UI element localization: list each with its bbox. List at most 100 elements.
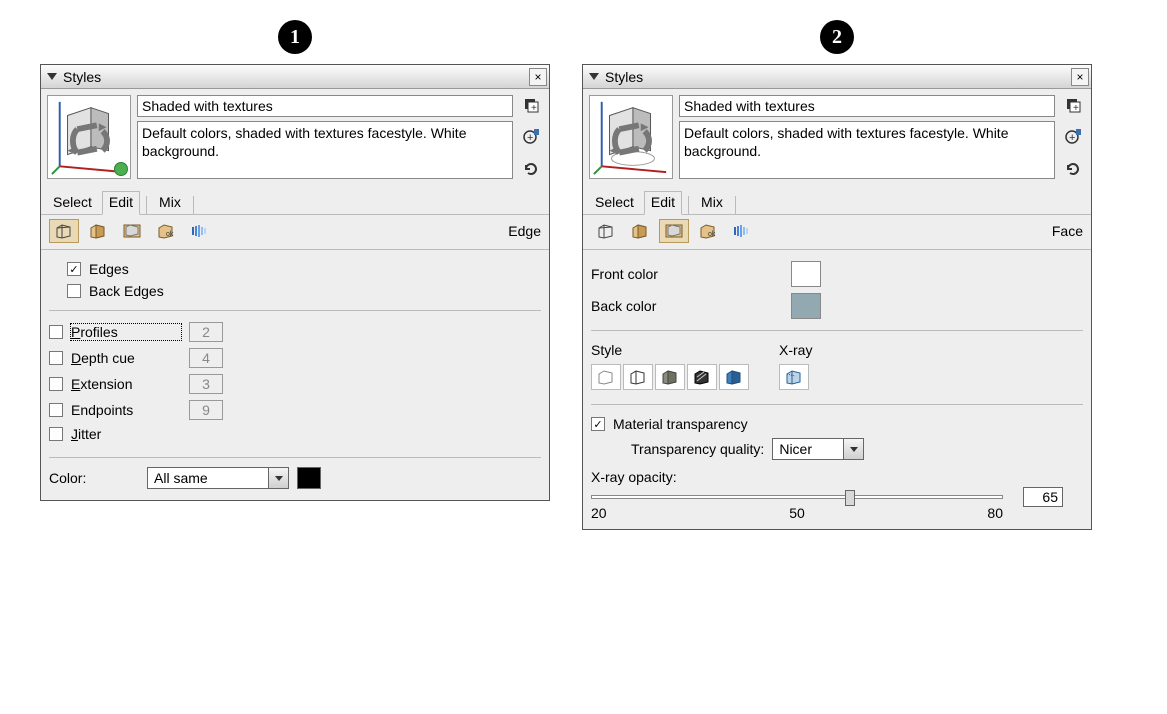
label-endpoints: Endpoints: [71, 402, 181, 418]
tab-bar: Select Edit Mix: [583, 185, 1091, 215]
watermark-settings-button[interactable]: ok: [151, 219, 181, 243]
collapse-caret-icon[interactable]: [47, 73, 57, 80]
edge-settings-button[interactable]: [591, 219, 621, 243]
face-settings-button[interactable]: [83, 219, 113, 243]
refresh-icon: [1064, 160, 1082, 178]
face-settings-button[interactable]: [625, 219, 655, 243]
label-edges: Edges: [89, 261, 129, 277]
style-description[interactable]: Default colors, shaded with textures fac…: [679, 121, 1055, 179]
style-name-input[interactable]: [137, 95, 513, 117]
chevron-down-icon: [268, 468, 288, 488]
tab-bar: Select Edit Mix: [41, 185, 549, 215]
close-icon: ×: [534, 70, 541, 84]
status-indicator-icon: [114, 162, 128, 176]
checkbox-edges[interactable]: ✓: [67, 262, 81, 276]
xray-opacity-slider[interactable]: [591, 495, 1003, 499]
modeling-settings-button[interactable]: [727, 219, 757, 243]
edge-settings-button[interactable]: [49, 219, 79, 243]
modeling-settings-button[interactable]: [185, 219, 215, 243]
slider-thumb[interactable]: [845, 490, 855, 506]
show-secondary-button[interactable]: +: [521, 95, 541, 115]
background-settings-button[interactable]: [659, 219, 689, 243]
input-extension[interactable]: [189, 374, 223, 394]
callout-badge-2: 2: [820, 20, 854, 54]
tab-separator: [735, 196, 736, 214]
transparency-quality-value: Nicer: [773, 441, 843, 457]
create-new-style-button[interactable]: +: [1063, 127, 1083, 147]
label-xray: X-ray: [779, 342, 812, 358]
collapse-caret-icon[interactable]: [589, 73, 599, 80]
add-with-badge-icon: +: [522, 128, 540, 146]
expand-icon: +: [1064, 96, 1082, 114]
section-label: Face: [1052, 223, 1083, 239]
panel-title: Styles: [63, 69, 529, 85]
checkbox-endpoints[interactable]: [49, 403, 63, 417]
slider-tick: 20: [591, 505, 607, 521]
close-icon: ×: [1076, 70, 1083, 84]
tab-mix[interactable]: Mix: [695, 192, 729, 214]
slider-tick: 50: [789, 505, 805, 521]
tab-mix[interactable]: Mix: [153, 192, 187, 214]
close-button[interactable]: ×: [1071, 68, 1089, 86]
titlebar: Styles ×: [41, 65, 549, 89]
watermark-settings-button[interactable]: ok: [693, 219, 723, 243]
face-style-wireframe[interactable]: [591, 364, 621, 390]
section-label: Edge: [508, 223, 541, 239]
xray-toggle[interactable]: [779, 364, 809, 390]
styles-panel-2: Styles ×: [582, 64, 1092, 530]
checkbox-depth-cue[interactable]: [49, 351, 63, 365]
label-depth-cue: Depth cue: [71, 350, 181, 366]
svg-text:ok: ok: [708, 231, 716, 238]
style-description[interactable]: Default colors, shaded with textures fac…: [137, 121, 513, 179]
tab-select[interactable]: Select: [47, 192, 98, 214]
tab-separator: [146, 196, 147, 214]
tab-select[interactable]: Select: [589, 192, 640, 214]
expand-icon: +: [522, 96, 540, 114]
svg-text:+: +: [1069, 132, 1075, 144]
face-style-monochrome[interactable]: [719, 364, 749, 390]
input-depth-cue[interactable]: [189, 348, 223, 368]
svg-text:+: +: [531, 103, 537, 114]
style-preview[interactable]: [47, 95, 131, 179]
xray-opacity-input[interactable]: [1023, 487, 1063, 507]
svg-text:+: +: [1073, 103, 1079, 114]
face-style-hidden-line[interactable]: [623, 364, 653, 390]
back-color-swatch[interactable]: [791, 293, 821, 319]
label-front-color: Front color: [591, 266, 771, 282]
show-secondary-button[interactable]: +: [1063, 95, 1083, 115]
label-profiles: Profiles: [71, 324, 181, 340]
face-style-textured[interactable]: [687, 364, 717, 390]
transparency-quality-select[interactable]: Nicer: [772, 438, 864, 460]
update-style-button[interactable]: [1063, 159, 1083, 179]
close-button[interactable]: ×: [529, 68, 547, 86]
face-style-shaded[interactable]: [655, 364, 685, 390]
checkbox-profiles[interactable]: [49, 325, 63, 339]
tab-separator: [193, 196, 194, 214]
checkbox-back-edges[interactable]: [67, 284, 81, 298]
edge-color-select[interactable]: All same: [147, 467, 289, 489]
update-style-button[interactable]: [521, 159, 541, 179]
checkbox-extension[interactable]: [49, 377, 63, 391]
label-transparency-quality: Transparency quality:: [631, 441, 764, 457]
label-style: Style: [591, 342, 749, 358]
edge-color-swatch[interactable]: [297, 467, 321, 489]
checkbox-jitter[interactable]: [49, 427, 63, 441]
tab-separator: [688, 196, 689, 214]
chevron-down-icon: [843, 439, 863, 459]
create-new-style-button[interactable]: +: [521, 127, 541, 147]
front-color-swatch[interactable]: [791, 261, 821, 287]
tab-edit[interactable]: Edit: [644, 191, 682, 215]
input-endpoints[interactable]: [189, 400, 223, 420]
edge-color-value: All same: [148, 470, 268, 486]
input-profiles[interactable]: [189, 322, 223, 342]
label-back-edges: Back Edges: [89, 283, 164, 299]
style-preview[interactable]: [589, 95, 673, 179]
style-name-input[interactable]: [679, 95, 1055, 117]
label-xray-opacity: X-ray opacity:: [591, 469, 1083, 485]
checkbox-material-transparency[interactable]: ✓: [591, 417, 605, 431]
refresh-icon: [522, 160, 540, 178]
tab-edit[interactable]: Edit: [102, 191, 140, 215]
background-settings-button[interactable]: [117, 219, 147, 243]
label-color: Color:: [49, 470, 139, 486]
svg-text:ok: ok: [166, 231, 174, 238]
